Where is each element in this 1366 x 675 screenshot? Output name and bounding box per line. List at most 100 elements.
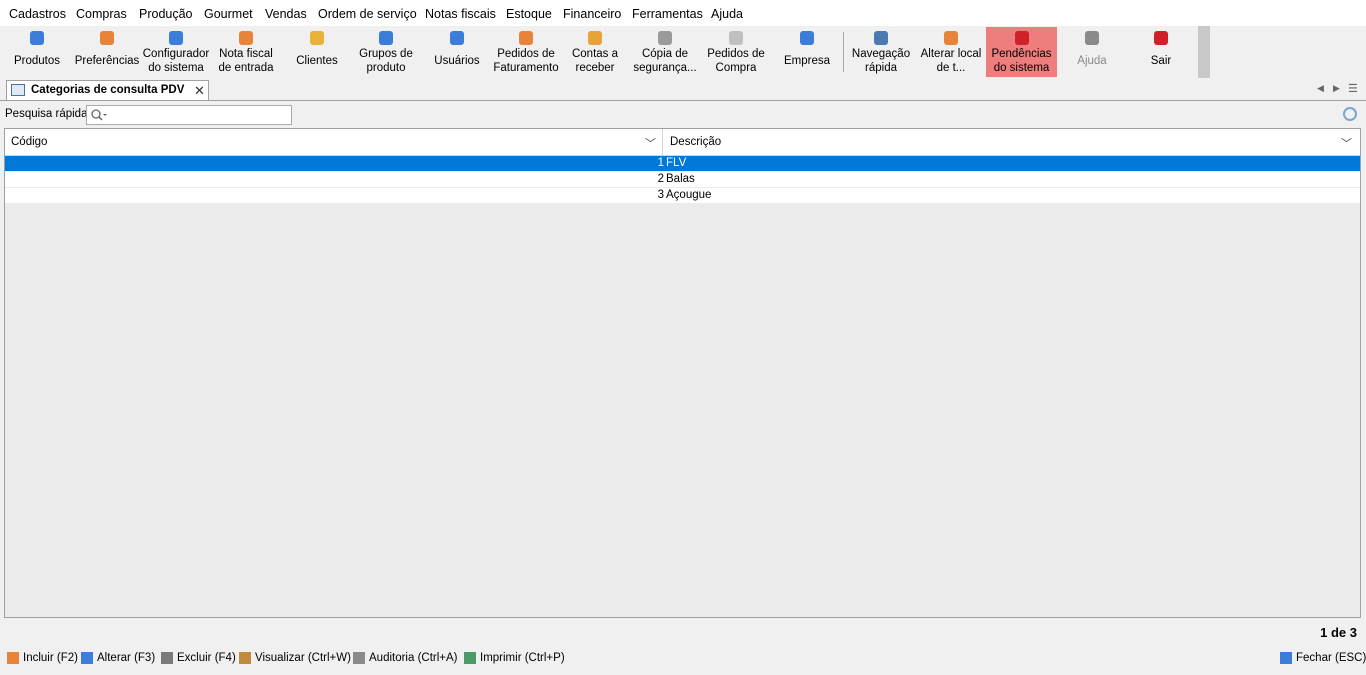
delete-label: Excluir (F4) (177, 652, 236, 664)
products-button[interactable]: Produtos (2, 27, 72, 77)
company-label: Empresa (783, 55, 831, 67)
cell-description: Balas (666, 173, 695, 185)
help-label: Ajuda (1077, 55, 1107, 67)
close-window-icon (1280, 652, 1292, 664)
system-alerts-label: Pendências do sistema (991, 48, 1052, 74)
quick-search-field[interactable] (86, 105, 292, 125)
menu-producao[interactable]: Produção (139, 7, 193, 21)
table-row[interactable]: 1 FLV (5, 156, 1360, 172)
billing-orders-icon (519, 31, 533, 45)
company-button[interactable]: Empresa (772, 27, 842, 77)
cell-code: 2 (657, 173, 664, 185)
system-config-label: Configurador do sistema (142, 48, 210, 74)
audit-label: Auditoria (Ctrl+A) (369, 652, 458, 664)
menu-vendas[interactable]: Vendas (265, 7, 307, 21)
quick-search-input[interactable] (109, 107, 291, 124)
backup-icon (658, 31, 672, 45)
menu-ordem-de-servico[interactable]: Ordem de serviço (318, 7, 417, 21)
menu-gourmet[interactable]: Gourmet (204, 7, 253, 21)
quick-navigation-icon (874, 31, 888, 45)
menu-estoque[interactable]: Estoque (506, 7, 552, 21)
invoice-entry-button[interactable]: Nota fiscal de entrada (211, 27, 281, 77)
exit-button[interactable]: Sair (1126, 27, 1196, 77)
audit-button[interactable]: Auditoria (Ctrl+A) (353, 650, 458, 666)
product-groups-icon (379, 31, 393, 45)
column-header-codigo[interactable]: Código (11, 136, 47, 148)
chevron-down-icon[interactable]: ﹀ (645, 135, 656, 151)
system-config-button[interactable]: Configurador do sistema (141, 27, 211, 77)
form-icon (11, 84, 25, 96)
table-row[interactable]: 2 Balas (5, 172, 1360, 188)
receivables-button[interactable]: Contas a receber (560, 27, 630, 77)
tab-list-icon[interactable]: ☰ (1348, 82, 1358, 95)
column-header-descricao[interactable]: Descrição (670, 136, 721, 148)
help-icon (1085, 31, 1099, 45)
menu-cadastros[interactable]: Cadastros (9, 7, 66, 21)
tab-close-icon[interactable]: ✕ (194, 83, 205, 99)
preferences-label: Preferências (74, 55, 140, 67)
change-location-icon (944, 31, 958, 45)
edit-label: Alterar (F3) (97, 652, 156, 664)
help-button[interactable]: Ajuda (1057, 27, 1127, 77)
tab-scroll-right-icon[interactable]: ▶ (1333, 83, 1340, 94)
quick-search-label: Pesquisa rápida: (5, 108, 91, 120)
tab-title: Categorias de consulta PDV (31, 84, 185, 96)
exit-label: Sair (1150, 55, 1172, 67)
audit-icon (353, 652, 365, 664)
record-counter: 1 de 3 (1320, 625, 1357, 640)
purchase-orders-label: Pedidos de Compra (707, 48, 765, 74)
cell-code: 3 (657, 189, 664, 201)
toolbar-separator (843, 32, 844, 72)
cell-description: FLV (666, 157, 687, 169)
cell-description: Açougue (666, 189, 712, 201)
billing-orders-label: Pedidos de Faturamento (493, 48, 559, 74)
change-location-label: Alterar local de t... (920, 48, 982, 74)
system-config-icon (169, 31, 183, 45)
edit-button[interactable]: Alterar (F3) (81, 650, 155, 666)
refresh-icon[interactable] (1343, 107, 1357, 121)
close-window-label: Fechar (ESC) (1296, 652, 1366, 664)
backup-label: Cópia de segurança... (633, 48, 697, 74)
users-icon (450, 31, 464, 45)
search-icon (91, 109, 107, 121)
products-label: Produtos (13, 55, 61, 67)
add-icon (7, 652, 19, 664)
add-button[interactable]: Incluir (F2) (7, 650, 78, 666)
change-location-button[interactable]: Alterar local de t... (916, 27, 986, 77)
invoice-entry-icon (239, 31, 253, 45)
quick-navigation-button[interactable]: Navegação rápida (846, 27, 916, 77)
menu-compras[interactable]: Compras (76, 7, 127, 21)
product-groups-button[interactable]: Grupos de produto (351, 27, 421, 77)
clients-button[interactable]: Clientes (282, 27, 352, 77)
chevron-down-icon[interactable]: ﹀ (1341, 135, 1352, 151)
print-button[interactable]: Imprimir (Ctrl+P) (464, 650, 565, 666)
purchase-orders-icon (729, 31, 743, 45)
menu-notas-fiscais[interactable]: Notas fiscais (425, 7, 496, 21)
view-button[interactable]: Visualizar (Ctrl+W) (239, 650, 351, 666)
menu-ajuda[interactable]: Ajuda (711, 7, 743, 21)
delete-icon (161, 652, 173, 664)
table-row[interactable]: 3 Açougue (5, 188, 1360, 204)
view-label: Visualizar (Ctrl+W) (255, 652, 351, 664)
products-icon (30, 31, 44, 45)
backup-button[interactable]: Cópia de segurança... (629, 27, 701, 77)
receivables-icon (588, 31, 602, 45)
close-window-button[interactable]: Fechar (ESC) (1280, 650, 1366, 666)
preferences-button[interactable]: Preferências (72, 27, 142, 77)
print-icon (464, 652, 476, 664)
toolbar-grip (1198, 26, 1210, 78)
purchase-orders-button[interactable]: Pedidos de Compra (701, 27, 771, 77)
column-divider[interactable] (662, 129, 663, 155)
clients-icon (310, 31, 324, 45)
tab-categorias-consulta-pdv[interactable]: Categorias de consulta PDV ✕ (6, 80, 209, 100)
tab-scroll-left-icon[interactable]: ◀ (1317, 83, 1324, 94)
users-button[interactable]: Usuários (422, 27, 492, 77)
receivables-label: Contas a receber (571, 48, 619, 74)
data-grid: Código ﹀ Descrição ﹀ 1 FLV 2 Balas 3 Aço… (4, 128, 1361, 618)
system-alerts-button[interactable]: Pendências do sistema (986, 27, 1057, 77)
menu-ferramentas[interactable]: Ferramentas (632, 7, 703, 21)
menu-bar: Cadastros Compras Produção Gourmet Venda… (0, 0, 1366, 26)
billing-orders-button[interactable]: Pedidos de Faturamento (491, 27, 561, 77)
delete-button[interactable]: Excluir (F4) (161, 650, 236, 666)
menu-financeiro[interactable]: Financeiro (563, 7, 621, 21)
